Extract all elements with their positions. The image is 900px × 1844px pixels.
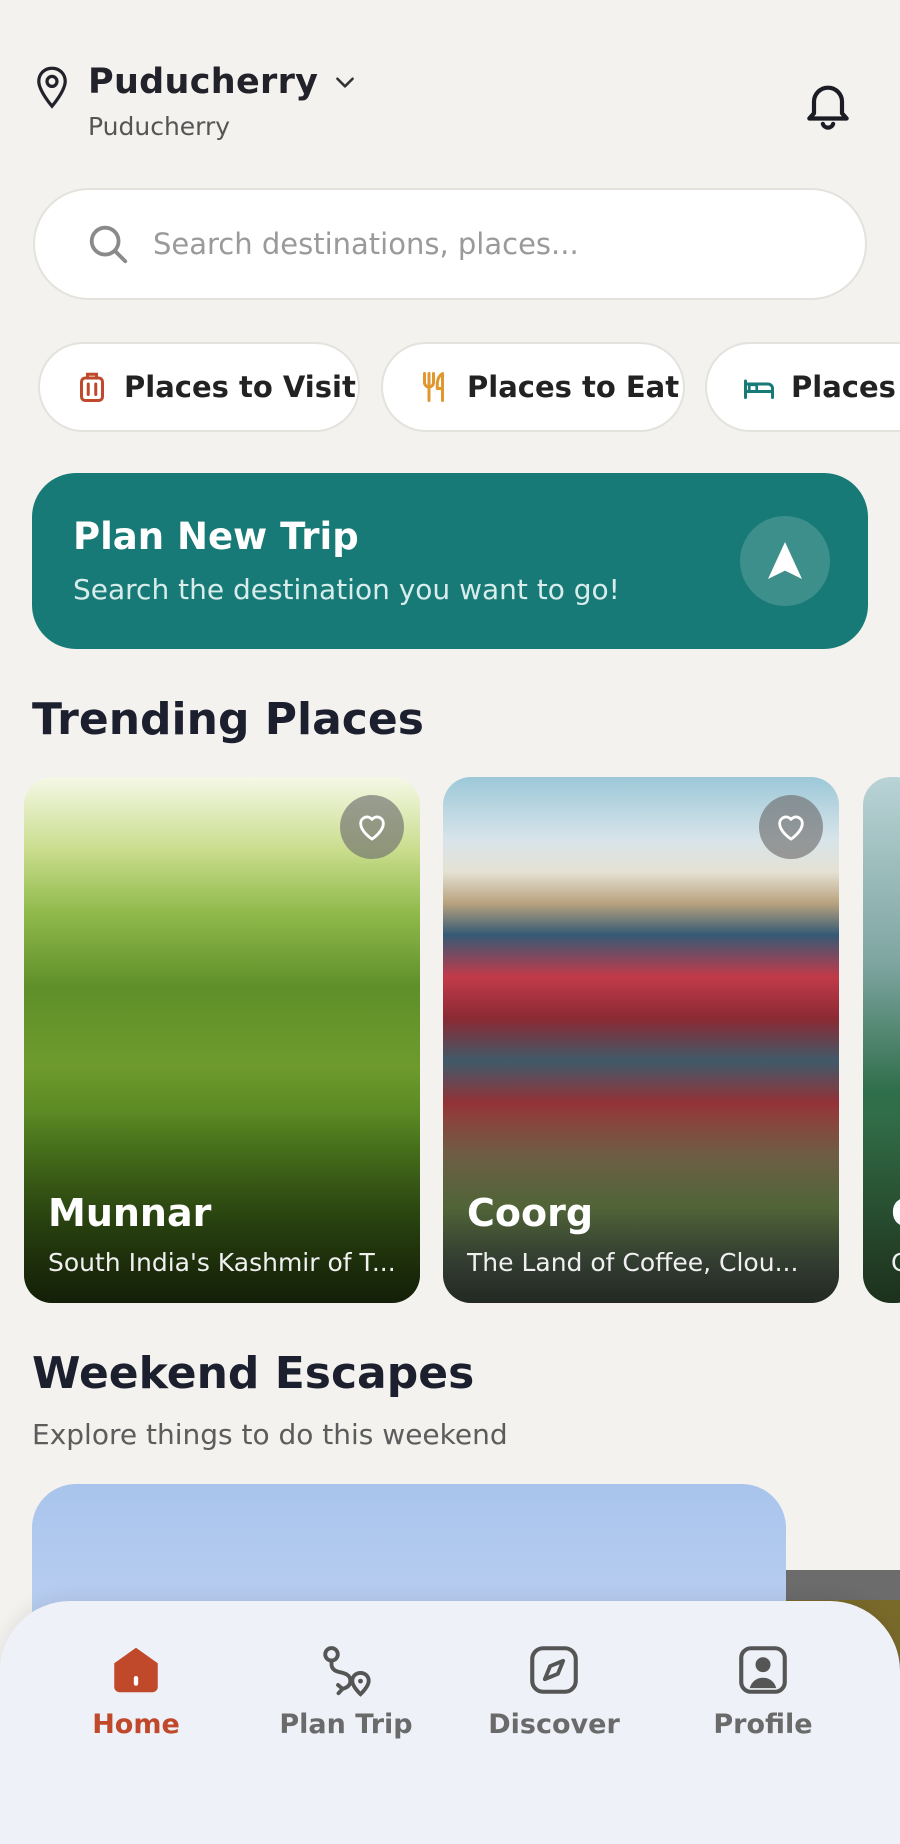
chip-label: Places t [791,370,900,404]
nav-label: Discover [488,1709,620,1740]
plan-subtitle: Search the destination you want to go! [73,573,620,606]
chip-places-to-eat[interactable]: Places to Eat [381,342,685,432]
card-description: The Land of Coffee, Clou... [467,1248,799,1277]
card-title: Coorg [467,1191,594,1235]
favorite-button[interactable] [340,795,404,859]
compass-icon [530,1646,578,1694]
card-title: Munnar [48,1191,212,1235]
chip-places-to-visit[interactable]: Places to Visit [38,342,360,432]
search-bar[interactable]: Search destinations, places... [33,188,867,300]
chevron-down-icon[interactable] [332,69,358,95]
weekend-heading: Weekend Escapes [32,1348,475,1399]
trending-card-munnar[interactable]: Munnar South India's Kashmir of T... [24,777,420,1303]
nav-label: Plan Trip [279,1709,413,1740]
nav-discover[interactable]: Discover [474,1641,634,1740]
heart-icon [359,815,385,841]
category-chips: Places to Visit Places to Eat Places t [38,342,900,432]
nav-label: Profile [713,1709,813,1740]
location-pin-icon [37,66,67,109]
trending-card-partial[interactable]: C C [863,777,900,1303]
location-selector[interactable]: Puducherry Puducherry [34,62,358,141]
nav-label: Home [92,1709,180,1740]
nav-plan-trip[interactable]: Plan Trip [266,1641,426,1740]
notification-bell-icon[interactable] [800,76,856,132]
search-icon [89,225,128,264]
trending-heading: Trending Places [32,694,424,745]
bottom-nav: Home Plan Trip Discover Profile [0,1601,900,1844]
fork-knife-icon [423,372,444,402]
card-title: C [891,1191,900,1235]
home-icon [114,1647,158,1693]
bed-icon [744,379,774,399]
weekend-subheading: Explore things to do this weekend [32,1418,508,1451]
favorite-button[interactable] [759,795,823,859]
trending-card-coorg[interactable]: Coorg The Land of Coffee, Clou... [443,777,839,1303]
chip-label: Places to Visit [124,370,356,404]
card-description: South India's Kashmir of T... [48,1248,396,1277]
nav-profile[interactable]: Profile [683,1641,843,1740]
card-description: C [891,1248,900,1277]
location-title[interactable]: Puducherry [88,62,318,102]
plan-title: Plan New Trip [73,515,359,558]
chip-label: Places to Eat [467,370,680,404]
route-icon [323,1646,371,1697]
luggage-icon [80,372,104,402]
chip-places-to-stay[interactable]: Places t [705,342,900,432]
navigation-arrow-icon [768,542,802,579]
location-subtitle: Puducherry [88,112,231,141]
plan-trip-button[interactable] [740,516,830,606]
profile-icon [739,1646,787,1694]
nav-home[interactable]: Home [56,1641,216,1740]
search-input[interactable]: Search destinations, places... [153,227,579,261]
plan-new-trip-banner[interactable]: Plan New Trip Search the destination you… [32,473,868,649]
heart-icon [778,815,804,841]
